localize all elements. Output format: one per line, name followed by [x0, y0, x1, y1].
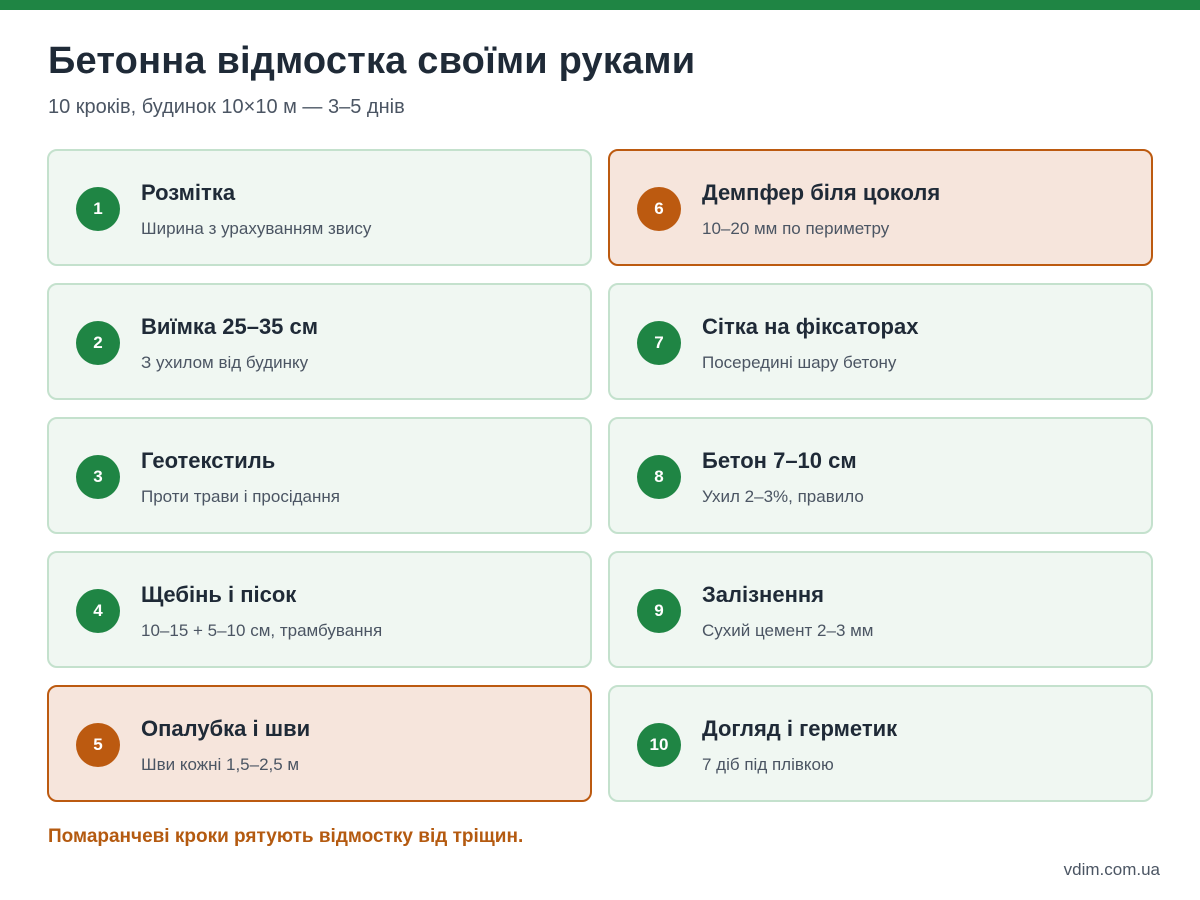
page-subtitle: 10 кроків, будинок 10×10 м — 3–5 днів: [48, 96, 405, 118]
step-number-badge: 2: [76, 321, 120, 365]
step-card: 9 Залізнення Сухий цемент 2–3 мм: [608, 551, 1153, 668]
step-number-badge: 6: [637, 187, 681, 231]
step-card-highlighted: 5 Опалубка і шви Шви кожні 1,5–2,5 м: [47, 685, 592, 802]
step-card: 2 Виїмка 25–35 см З ухилом від будинку: [47, 283, 592, 400]
step-card: 10 Догляд і герметик 7 діб під плівкою: [608, 685, 1153, 802]
step-title: Геотекстиль: [141, 448, 276, 473]
step-description: Проти трави і просідання: [141, 487, 340, 506]
step-title: Догляд і герметик: [702, 716, 898, 741]
step-number-badge: 7: [637, 321, 681, 365]
step-number-badge: 4: [76, 589, 120, 633]
step-card: 4 Щебінь і пісок 10–15 + 5–10 см, трамбу…: [47, 551, 592, 668]
step-card: 8 Бетон 7–10 см Ухил 2–3%, правило: [608, 417, 1153, 534]
step-number-badge: 1: [76, 187, 120, 231]
step-card-highlighted: 6 Демпфер біля цоколя 10–20 мм по периме…: [608, 149, 1153, 266]
step-title: Розмітка: [141, 180, 236, 205]
step-card: 7 Сітка на фіксаторах Посередині шару бе…: [608, 283, 1153, 400]
step-title: Виїмка 25–35 см: [141, 314, 319, 339]
step-description: 7 діб під плівкою: [702, 755, 834, 774]
step-description: Посередині шару бетону: [702, 353, 897, 372]
step-title: Демпфер біля цоколя: [702, 180, 941, 205]
step-description: Ухил 2–3%, правило: [702, 487, 864, 506]
step-description: 10–20 мм по периметру: [702, 219, 890, 238]
page-title: Бетонна відмостка своїми руками: [48, 40, 696, 82]
step-title: Сітка на фіксаторах: [702, 314, 919, 339]
steps-grid: 1 Розмітка Ширина з урахуванням звису 2 …: [47, 149, 1153, 802]
top-accent-bar: [0, 0, 1200, 10]
step-title: Опалубка і шви: [141, 716, 311, 741]
step-description: Ширина з урахуванням звису: [141, 219, 372, 238]
step-title: Щебінь і пісок: [141, 582, 297, 607]
step-card: 1 Розмітка Ширина з урахуванням звису: [47, 149, 592, 266]
step-description: Сухий цемент 2–3 мм: [702, 621, 874, 640]
step-description: З ухилом від будинку: [141, 353, 309, 372]
step-description: Шви кожні 1,5–2,5 м: [141, 755, 300, 774]
step-title: Залізнення: [702, 582, 824, 607]
step-number-badge: 10: [637, 723, 681, 767]
step-number-badge: 8: [637, 455, 681, 499]
step-number-badge: 9: [637, 589, 681, 633]
step-card: 3 Геотекстиль Проти трави і просідання: [47, 417, 592, 534]
site-link[interactable]: vdim.com.ua: [1064, 860, 1160, 880]
footer-note: Помаранчеві кроки рятують відмостку від …: [48, 826, 524, 847]
step-number-badge: 3: [76, 455, 120, 499]
step-number-badge: 5: [76, 723, 120, 767]
step-description: 10–15 + 5–10 см, трамбування: [141, 621, 383, 640]
step-title: Бетон 7–10 см: [702, 448, 857, 473]
